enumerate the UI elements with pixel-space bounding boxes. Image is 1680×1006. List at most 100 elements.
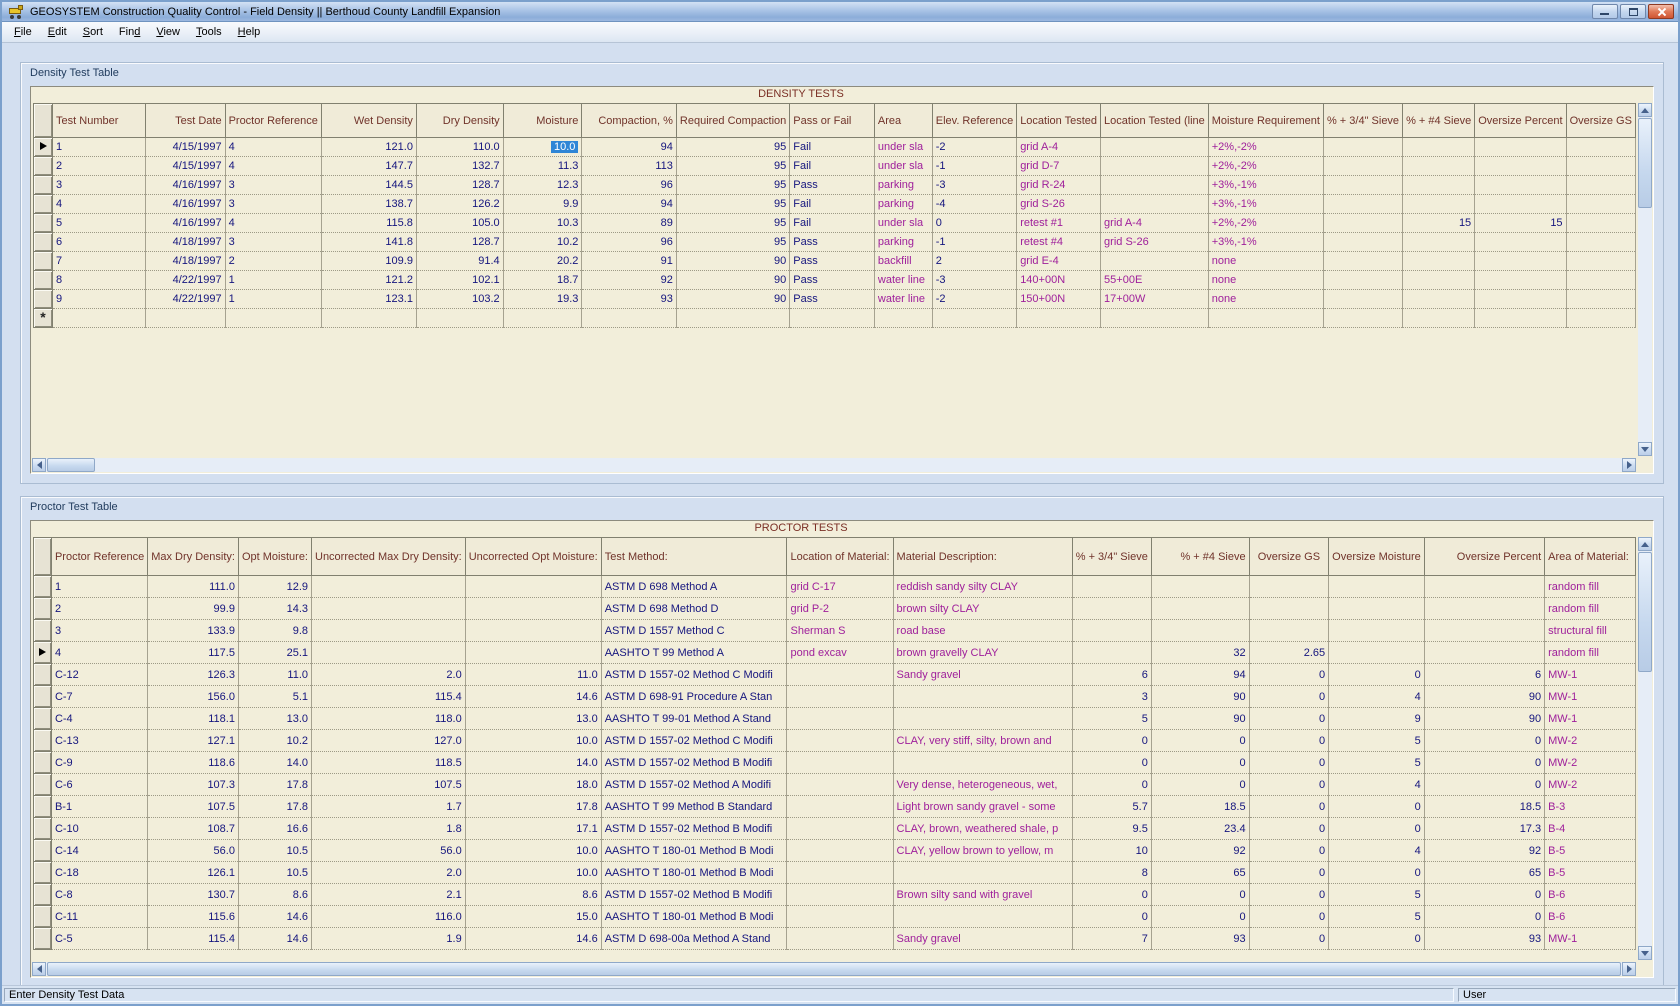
table-cell[interactable]: 15: [1475, 214, 1566, 233]
table-cell[interactable]: [1403, 309, 1475, 328]
row-selector[interactable]: [34, 271, 53, 290]
current-row-marker[interactable]: [34, 138, 53, 157]
table-cell[interactable]: 4: [225, 214, 321, 233]
table-cell[interactable]: backfill: [874, 252, 932, 271]
table-cell[interactable]: C-12: [51, 664, 147, 686]
menu-view[interactable]: View: [148, 24, 188, 40]
table-cell[interactable]: Pass: [790, 252, 875, 271]
table-cell[interactable]: [1208, 309, 1323, 328]
table-cell[interactable]: Pass: [790, 176, 875, 195]
table-cell[interactable]: 4: [51, 642, 147, 664]
table-cell[interactable]: [1566, 309, 1635, 328]
menu-find[interactable]: Find: [111, 24, 148, 40]
table-cell[interactable]: [225, 309, 321, 328]
table-cell[interactable]: 20.2: [503, 252, 582, 271]
table-cell[interactable]: 96: [582, 176, 676, 195]
table-cell[interactable]: 2.0: [312, 664, 466, 686]
table-cell[interactable]: ASTM D 1557-02 Method A Modifi: [601, 774, 787, 796]
table-cell[interactable]: 92: [1424, 840, 1544, 862]
table-cell[interactable]: 92: [1151, 840, 1249, 862]
table-cell[interactable]: 0: [1249, 796, 1329, 818]
table-cell[interactable]: 4/16/1997: [145, 176, 225, 195]
table-cell[interactable]: [1566, 195, 1635, 214]
table-cell[interactable]: 14.3: [238, 598, 311, 620]
table-cell[interactable]: 10.2: [503, 233, 582, 252]
table-cell[interactable]: [1323, 290, 1402, 309]
table-cell[interactable]: brown gravelly CLAY: [893, 642, 1072, 664]
table-cell[interactable]: [312, 576, 466, 598]
table-cell[interactable]: MW-1: [1545, 928, 1636, 950]
proctor-vertical-scrollbar[interactable]: [1638, 537, 1652, 960]
table-cell[interactable]: [1323, 176, 1402, 195]
table-cell[interactable]: 94: [582, 138, 676, 157]
column-header[interactable]: Oversize GS: [1566, 104, 1635, 138]
table-cell[interactable]: [790, 309, 875, 328]
table-cell[interactable]: Sandy gravel: [893, 664, 1072, 686]
table-cell[interactable]: 17.8: [465, 796, 601, 818]
table-cell[interactable]: 0: [1249, 664, 1329, 686]
table-cell[interactable]: 25.1: [238, 642, 311, 664]
table-cell[interactable]: 94: [1151, 664, 1249, 686]
table-cell[interactable]: 102.1: [416, 271, 503, 290]
table-cell[interactable]: C-9: [51, 752, 147, 774]
table-cell[interactable]: 16.6: [238, 818, 311, 840]
scroll-up-button[interactable]: [1638, 537, 1652, 551]
table-cell[interactable]: 0: [1151, 906, 1249, 928]
table-cell[interactable]: 55+00E: [1101, 271, 1209, 290]
table-cell[interactable]: brown silty CLAY: [893, 598, 1072, 620]
table-cell[interactable]: 90: [676, 271, 789, 290]
table-cell[interactable]: 10.0: [503, 138, 582, 157]
table-cell[interactable]: [416, 309, 503, 328]
table-cell[interactable]: 0: [1424, 752, 1544, 774]
table-cell[interactable]: 5.7: [1072, 796, 1151, 818]
table-cell[interactable]: 6: [1424, 664, 1544, 686]
table-cell[interactable]: [1566, 233, 1635, 252]
table-cell[interactable]: 0: [1249, 884, 1329, 906]
table-cell[interactable]: 3: [225, 176, 321, 195]
table-cell[interactable]: ASTM D 1557-02 Method C Modifi: [601, 730, 787, 752]
table-cell[interactable]: 0: [1249, 708, 1329, 730]
table-cell[interactable]: 10.5: [238, 840, 311, 862]
table-cell[interactable]: [1101, 309, 1209, 328]
table-cell[interactable]: 4: [225, 138, 321, 157]
proctor-horizontal-scrollbar[interactable]: [32, 962, 1636, 976]
table-cell[interactable]: 130.7: [148, 884, 239, 906]
table-cell[interactable]: [874, 309, 932, 328]
table-cell[interactable]: under sla: [874, 214, 932, 233]
table-cell[interactable]: C-13: [51, 730, 147, 752]
scroll-right-button[interactable]: [1622, 458, 1636, 472]
table-cell[interactable]: 147.7: [321, 157, 416, 176]
row-selector[interactable]: [34, 290, 53, 309]
row-selector[interactable]: [34, 176, 53, 195]
table-cell[interactable]: 65: [1151, 862, 1249, 884]
table-cell[interactable]: [893, 686, 1072, 708]
table-cell[interactable]: Fail: [790, 138, 875, 157]
table-cell[interactable]: 5: [1072, 708, 1151, 730]
table-cell[interactable]: B-5: [1545, 862, 1636, 884]
table-cell[interactable]: 127.1: [148, 730, 239, 752]
scroll-left-button[interactable]: [32, 458, 46, 472]
table-cell[interactable]: [1403, 233, 1475, 252]
table-cell[interactable]: 109.9: [321, 252, 416, 271]
table-cell[interactable]: 4: [1329, 840, 1425, 862]
table-cell[interactable]: 0: [1424, 884, 1544, 906]
table-cell[interactable]: -1: [932, 233, 1016, 252]
table-cell[interactable]: 108.7: [148, 818, 239, 840]
table-cell[interactable]: 94: [582, 195, 676, 214]
row-selector[interactable]: [34, 796, 52, 818]
density-horizontal-scrollbar[interactable]: [32, 458, 1636, 472]
table-cell[interactable]: MW-1: [1545, 708, 1636, 730]
table-cell[interactable]: grid A-4: [1101, 214, 1209, 233]
table-cell[interactable]: 0: [1072, 774, 1151, 796]
table-cell[interactable]: ASTM D 698-91 Procedure A Stan: [601, 686, 787, 708]
table-cell[interactable]: 93: [582, 290, 676, 309]
table-cell[interactable]: [1101, 195, 1209, 214]
table-cell[interactable]: random fill: [1545, 576, 1636, 598]
table-cell[interactable]: C-4: [51, 708, 147, 730]
table-cell[interactable]: [1566, 252, 1635, 271]
table-cell[interactable]: [787, 928, 893, 950]
table-cell[interactable]: [53, 309, 146, 328]
table-cell[interactable]: 0: [1329, 664, 1425, 686]
row-selector[interactable]: [34, 157, 53, 176]
menu-edit[interactable]: Edit: [40, 24, 75, 40]
